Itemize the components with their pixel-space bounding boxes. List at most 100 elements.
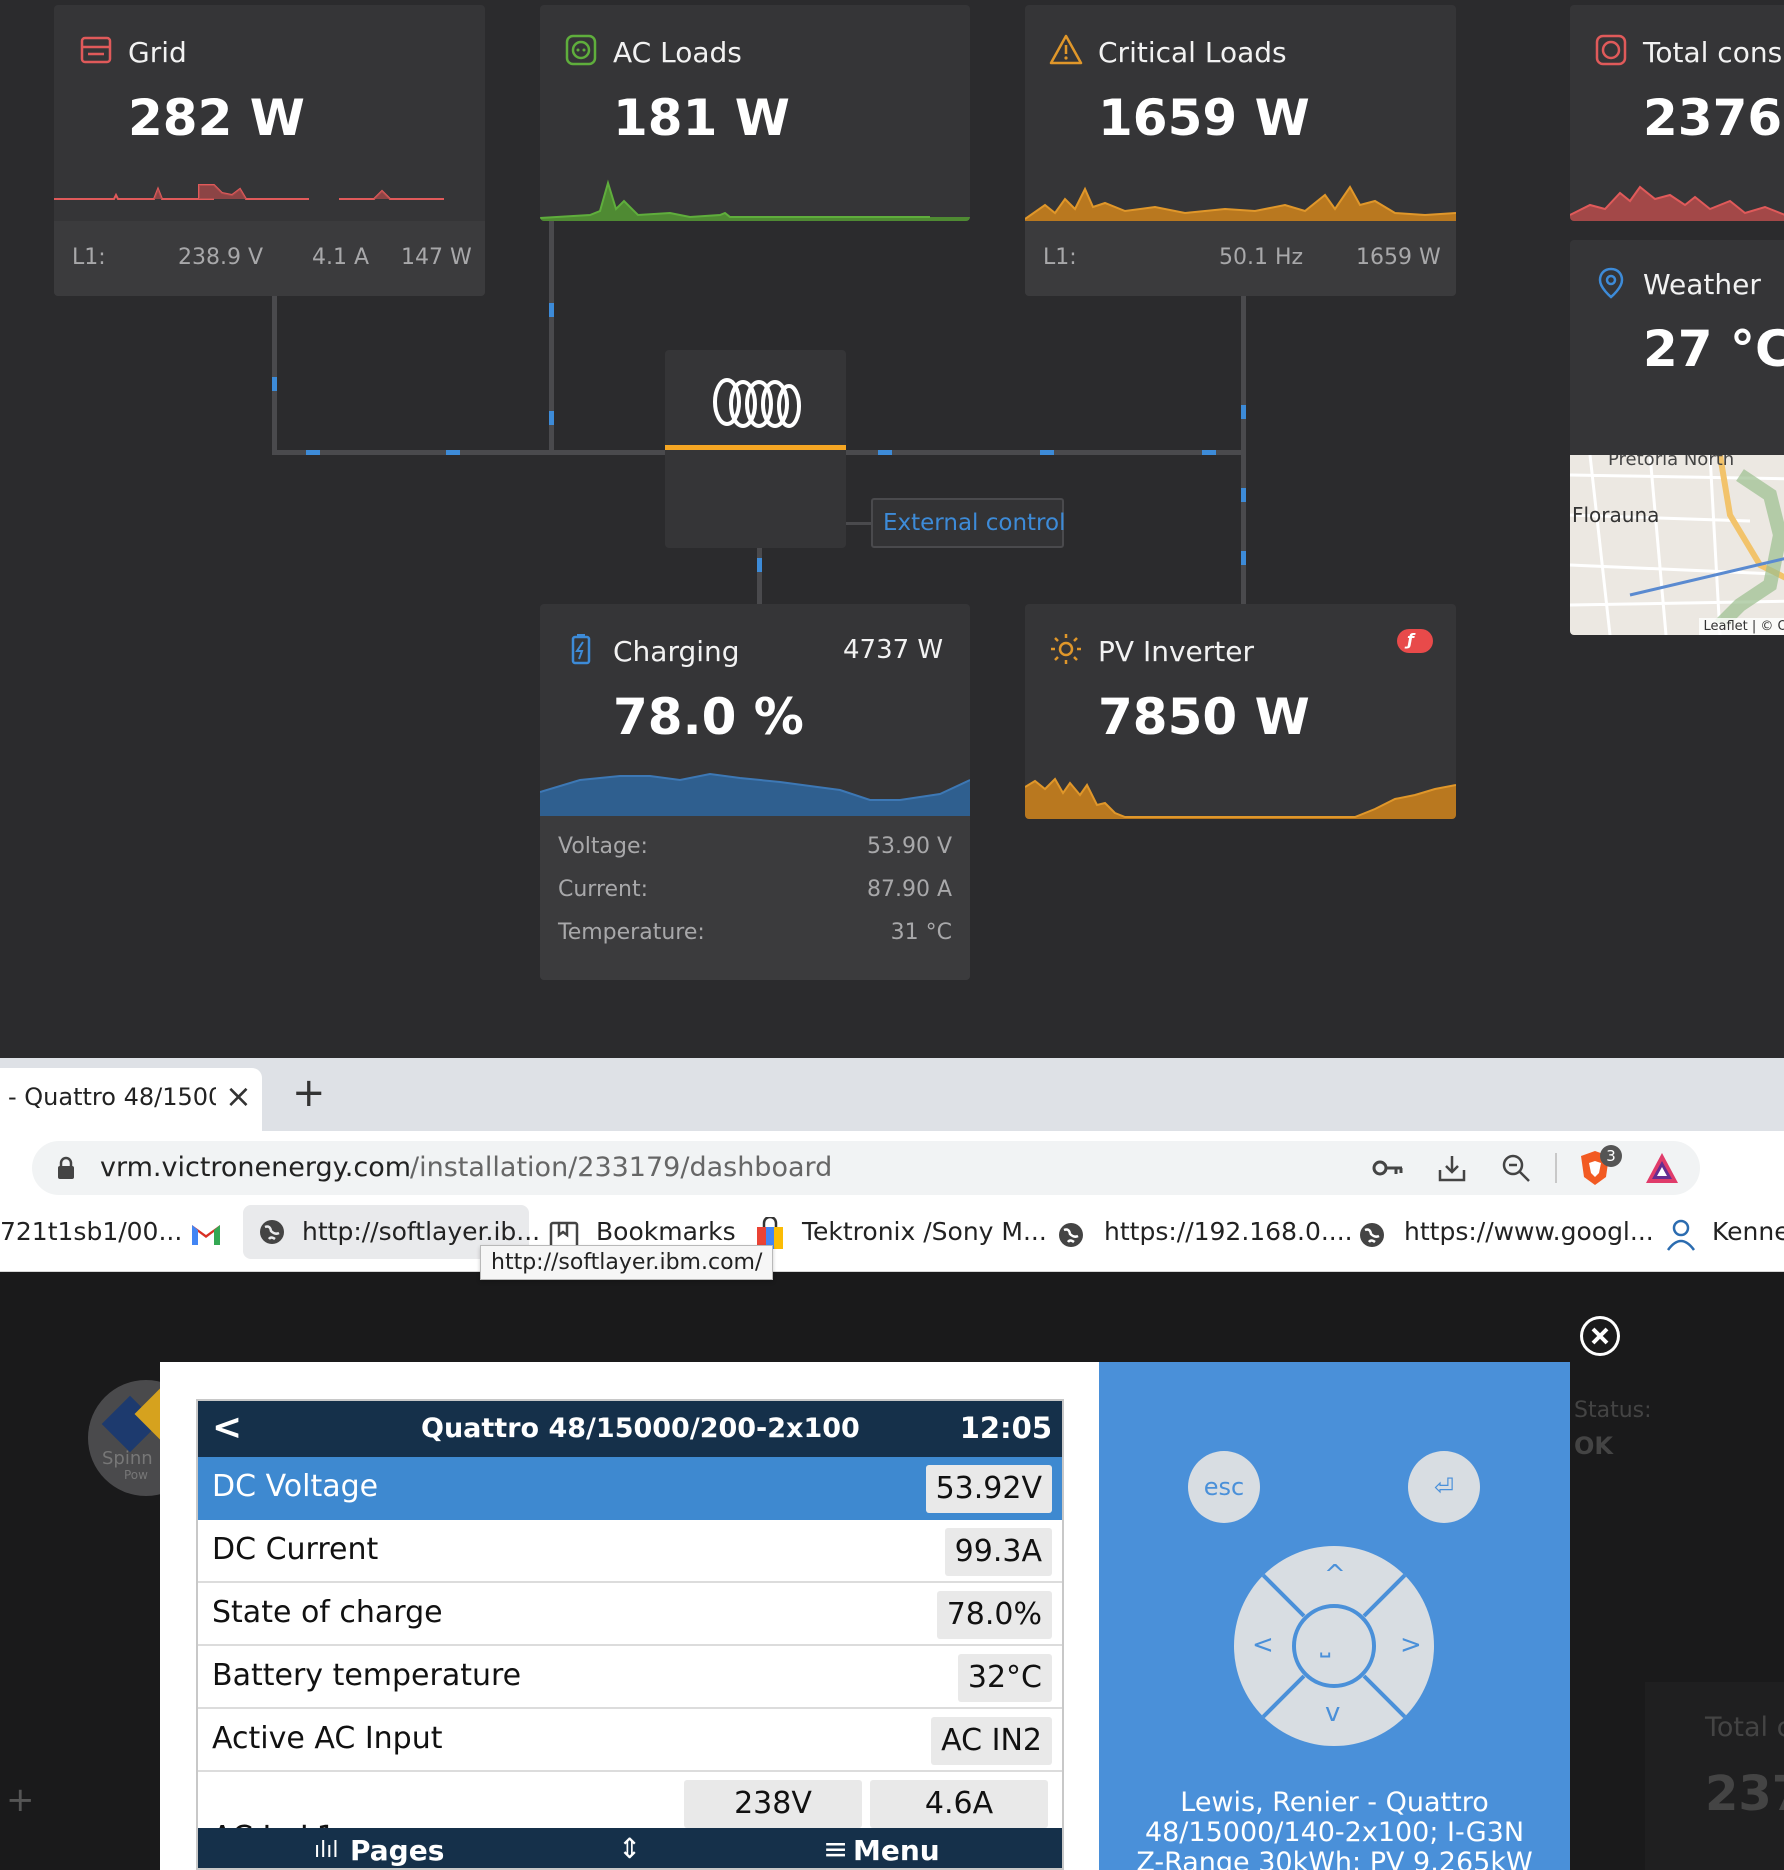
gx-row-dc-voltage[interactable]: DC Voltage 53.92V <box>198 1457 1062 1520</box>
pv-inverter-card[interactable]: PV Inverter ƒ 7850 W <box>1025 604 1456 819</box>
brave-rewards-icon[interactable] <box>1644 1151 1680 1185</box>
grid-card[interactable]: Grid 282 W L1: 238.9 V 4.1 A 147 W <box>54 5 485 296</box>
flow-marker <box>1241 488 1246 502</box>
gx-row-dc-current[interactable]: DC Current 99.3A <box>198 1520 1062 1583</box>
logo-subtext: Pow <box>124 1468 148 1482</box>
down-arrow-icon[interactable]: v <box>1325 1698 1340 1728</box>
gx-header-title: Quattro 48/15000/200-2x100 <box>421 1413 860 1444</box>
flow-marker <box>306 450 320 455</box>
ac-loads-card[interactable]: AC Loads 181 W <box>540 5 970 221</box>
critical-loads-power: 1659 W <box>1356 245 1441 270</box>
critical-loads-card[interactable]: Critical Loads 1659 W L1: 50.1 Hz 1659 W <box>1025 5 1456 296</box>
charging-temperature: 31 °C <box>890 920 952 945</box>
ac-loads-value: 181 W <box>613 89 790 147</box>
status-label: Status: <box>1574 1398 1652 1423</box>
gx-row-battery-temp[interactable]: Battery temperature 32°C <box>198 1646 1062 1709</box>
pages-button[interactable]: Pages <box>350 1834 444 1867</box>
right-arrow-icon[interactable]: > <box>1400 1630 1422 1660</box>
ac-in-voltage: 238V <box>684 1780 862 1828</box>
bookmark-google[interactable]: https://www.googl... <box>1404 1217 1654 1246</box>
flow-marker <box>446 450 460 455</box>
key-icon[interactable] <box>1372 1155 1404 1181</box>
critical-loads-sparkline <box>1025 185 1456 221</box>
external-control-button[interactable]: External control <box>871 498 1066 548</box>
total-consumption-card[interactable]: Total consu 2376 W <box>1570 5 1784 221</box>
charging-current-label: Current: <box>558 877 649 902</box>
esc-button[interactable]: esc <box>1188 1451 1260 1523</box>
left-arrow-icon[interactable]: < <box>1252 1630 1274 1660</box>
flow-marker <box>1202 450 1216 455</box>
space-button[interactable]: ⎵ <box>1320 1628 1330 1659</box>
vrm-dashboard: Grid 282 W L1: 238.9 V 4.1 A 147 W AC Lo… <box>0 0 1784 1058</box>
bookmark-tektronix[interactable]: Tektronix /Sony M... <box>802 1217 1047 1246</box>
remote-console-modal: < Quattro 48/15000/200-2x100 12:05 DC Vo… <box>160 1362 1570 1870</box>
gx-row-label: State of charge <box>212 1595 443 1630</box>
tab-close-icon[interactable]: × <box>225 1077 252 1115</box>
up-down-icon[interactable]: ⇕ <box>618 1832 641 1865</box>
pv-inverter-value: 7850 W <box>1098 688 1310 746</box>
charging-card[interactable]: Charging 4737 W 78.0 % Voltage: 53.90 V … <box>540 604 970 980</box>
flow-marker <box>757 558 762 572</box>
gx-row-value: 78.0% <box>936 1591 1052 1639</box>
gx-footer: ılıl Pages ⇕ ≡ Menu <box>198 1828 1062 1868</box>
gx-row-active-ac-input[interactable]: Active AC Input AC IN2 <box>198 1709 1062 1772</box>
weather-value: 27 °C <box>1643 320 1784 378</box>
close-icon[interactable] <box>1578 1314 1622 1358</box>
ac-loads-title: AC Loads <box>613 36 742 69</box>
charging-soc-value: 78.0 % <box>613 688 804 746</box>
external-control-label: External control <box>883 510 1066 536</box>
flow-marker <box>1241 551 1246 565</box>
map-attribution[interactable]: Leaflet | © Op <box>1699 618 1784 635</box>
gx-row-label: Active AC Input <box>212 1721 443 1756</box>
up-arrow-icon[interactable]: ^ <box>1324 1560 1346 1590</box>
gx-row-soc[interactable]: State of charge 78.0% <box>198 1583 1062 1646</box>
victron-logo-icon <box>713 378 801 428</box>
bookmark-kenne[interactable]: Kenne <box>1712 1217 1784 1246</box>
globe-icon[interactable] <box>1357 1220 1387 1250</box>
location-pin-icon <box>1598 267 1624 299</box>
gx-row-label: DC Voltage <box>212 1469 379 1504</box>
critical-loads-frequency: 50.1 Hz <box>1219 245 1304 270</box>
globe-icon[interactable] <box>1056 1220 1086 1250</box>
charging-power: 4737 W <box>843 635 944 665</box>
new-tab-button[interactable]: + <box>292 1070 326 1116</box>
inverter-status-bar <box>665 445 846 450</box>
logo-text: Spinn <box>102 1448 153 1469</box>
back-icon[interactable]: < <box>212 1407 242 1448</box>
critical-loads-title: Critical Loads <box>1098 36 1287 69</box>
bookmark-bookmarks[interactable]: Bookmarks <box>596 1217 736 1246</box>
grid-title: Grid <box>128 36 187 69</box>
plus-icon[interactable]: + <box>6 1780 35 1820</box>
map-roads <box>1570 455 1784 635</box>
map-label-north: Pretoria North <box>1608 455 1735 470</box>
dpad: ^ v < > ⎵ <box>1234 1546 1434 1746</box>
warning-icon <box>1049 34 1083 65</box>
menu-button[interactable]: Menu <box>853 1834 940 1867</box>
link-tooltip: http://softlayer.ibm.com/ <box>480 1245 774 1280</box>
pages-icon[interactable]: ılıl <box>314 1838 338 1863</box>
charging-footer: Voltage: 53.90 V Current: 87.90 A Temper… <box>540 816 970 980</box>
enter-button[interactable]: ⏎ <box>1408 1451 1480 1523</box>
weather-card[interactable]: Weather 27 °C Pretoria North Florauna Le… <box>1570 240 1784 635</box>
gx-screen[interactable]: < Quattro 48/15000/200-2x100 12:05 DC Vo… <box>196 1399 1064 1870</box>
total-consumption-sparkline <box>1570 185 1784 221</box>
weather-map[interactable]: Pretoria North Florauna Leaflet | © Op <box>1570 455 1784 635</box>
device-description: Lewis, Renier - Quattro 48/15000/140-2x1… <box>1099 1788 1570 1870</box>
gmail-icon[interactable] <box>190 1221 222 1247</box>
grid-voltage: 238.9 V <box>178 245 264 270</box>
bookmarks-bar: 721t1sb1/00... http://softlayer.ib... Bo… <box>0 1199 1784 1272</box>
bookmark-local-ip[interactable]: https://192.168.0.... <box>1104 1217 1353 1246</box>
install-app-icon[interactable] <box>1436 1152 1468 1184</box>
active-tab[interactable]: - Quattro 48/1500 × <box>0 1068 262 1131</box>
address-bar[interactable]: vrm.victronenergy.com /installation/2331… <box>32 1141 1700 1195</box>
ac-in-current: 4.6A <box>870 1780 1048 1828</box>
keypad-panel: esc ⏎ ^ v < > ⎵ Lewis, Renier - Quattro … <box>1099 1362 1570 1870</box>
bookmark-item[interactable]: 721t1sb1/00... <box>0 1217 182 1246</box>
socket-icon <box>565 34 597 66</box>
description-line: Lewis, Renier - Quattro <box>1180 1787 1489 1818</box>
gx-row-value: 32°C <box>957 1654 1052 1702</box>
person-icon[interactable] <box>1665 1218 1697 1252</box>
zoom-out-icon[interactable] <box>1500 1152 1532 1184</box>
inverter-node[interactable] <box>665 350 846 548</box>
menu-icon[interactable]: ≡ <box>823 1832 848 1867</box>
